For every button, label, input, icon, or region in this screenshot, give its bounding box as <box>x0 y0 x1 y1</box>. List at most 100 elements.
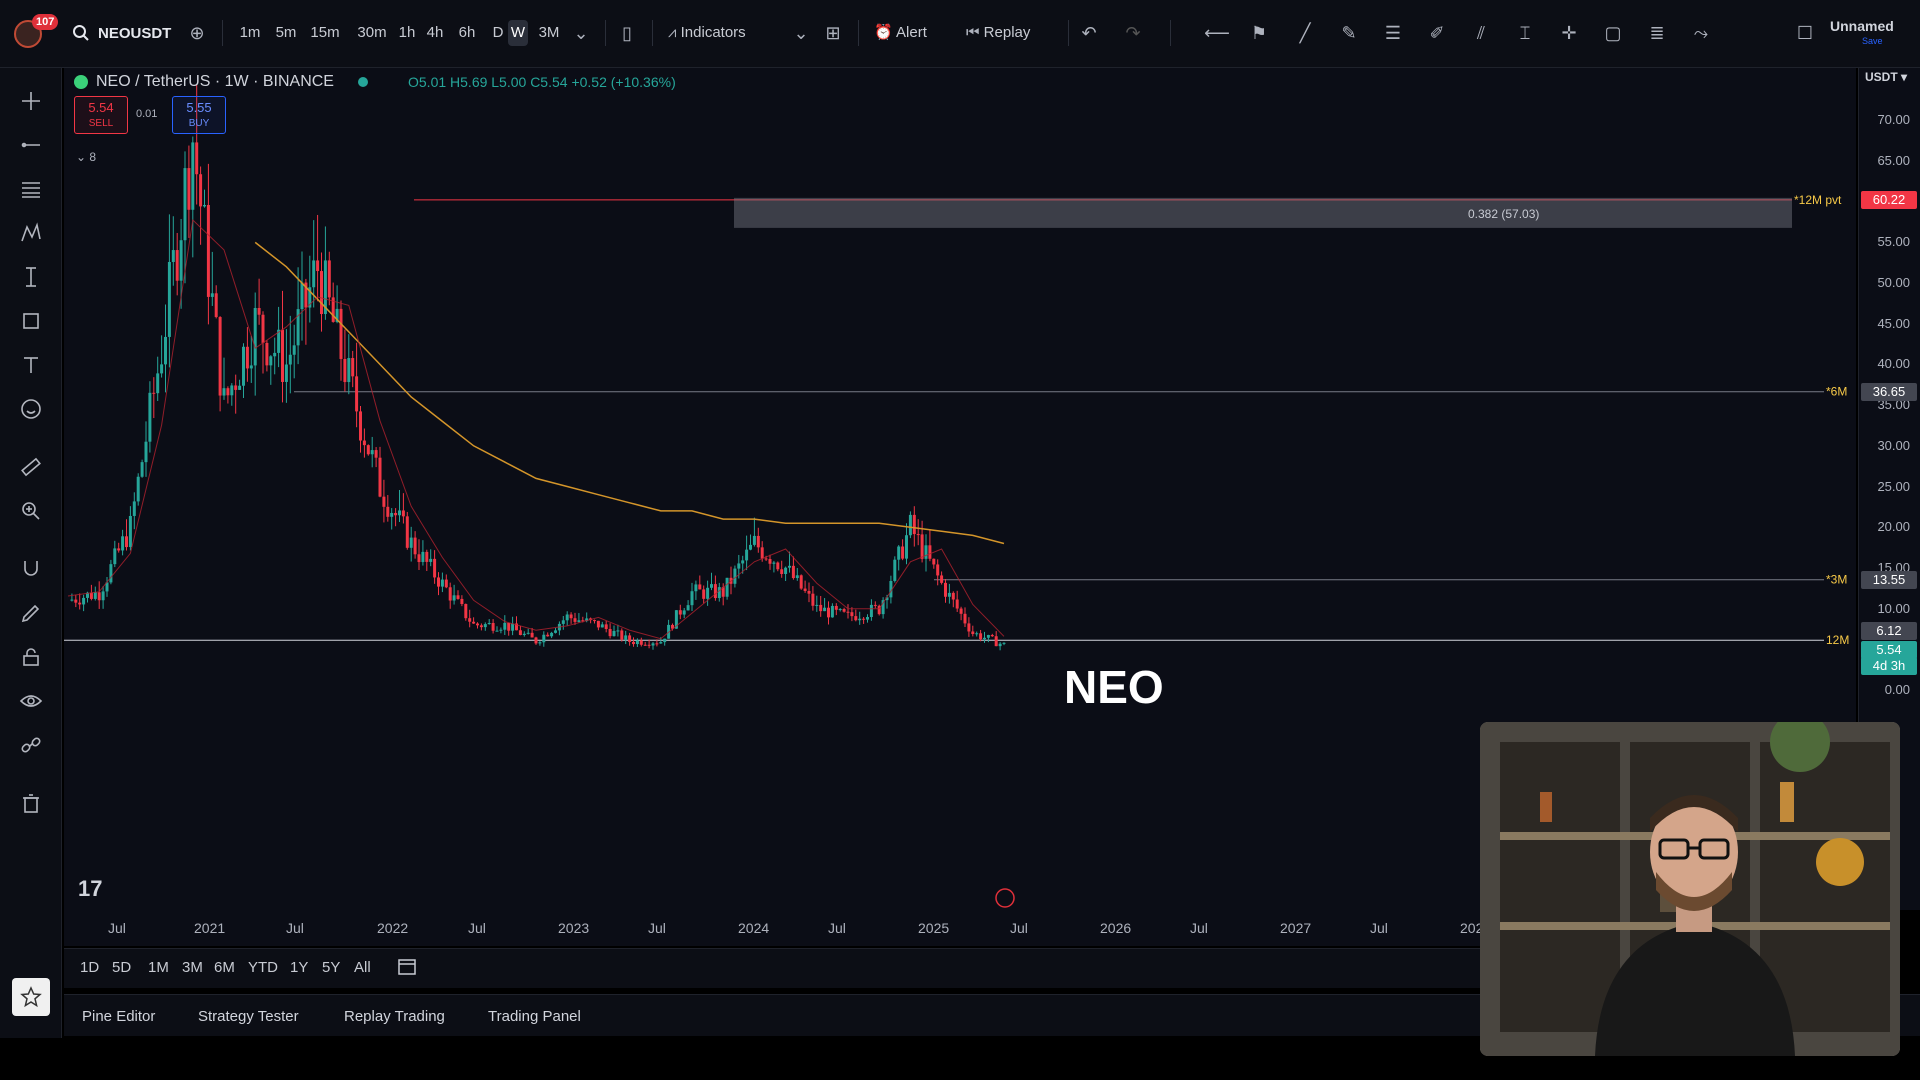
timeframe-3M[interactable]: 3M <box>534 20 564 46</box>
checkbox-icon[interactable]: ☐ <box>1790 18 1820 48</box>
link-icon[interactable] <box>16 730 46 760</box>
candle-body <box>417 554 421 563</box>
candle-body <box>394 512 398 516</box>
tab-pine-editor[interactable]: Pine Editor <box>82 1008 155 1025</box>
indicators-button[interactable]: ⩘ Indicators <box>668 20 778 46</box>
crosshair-icon[interactable]: ✛ <box>1554 18 1584 48</box>
add-symbol-icon[interactable]: ⊕ <box>182 18 212 48</box>
tab-strategy-tester[interactable]: Strategy Tester <box>198 1008 299 1025</box>
alert-button[interactable]: ⏰ Alert <box>874 20 950 46</box>
range-3m[interactable]: 3M <box>182 959 203 976</box>
range-1y[interactable]: 1Y <box>290 959 308 976</box>
candle-body <box>401 510 405 517</box>
candle-body <box>507 622 511 631</box>
label-6m: *6M <box>1826 385 1847 399</box>
parallel-lines-icon[interactable]: ☰ <box>1378 18 1408 48</box>
measure-tool-icon[interactable] <box>16 262 46 292</box>
timeframe-15m[interactable]: 15m <box>306 20 344 46</box>
ruler-icon[interactable] <box>16 452 46 482</box>
layout-name[interactable]: Unnamed <box>1830 18 1894 34</box>
candle-body <box>437 577 440 587</box>
lock-icon[interactable] <box>16 642 46 672</box>
fib-tool-icon[interactable] <box>16 174 46 204</box>
zoom-in-icon[interactable] <box>16 496 46 526</box>
candle-body <box>596 620 600 628</box>
candle-body <box>269 356 273 366</box>
sell-button[interactable]: 5.54 SELL <box>74 96 128 134</box>
tab-replay-trading[interactable]: Replay Trading <box>344 1008 445 1025</box>
text-cursor-icon[interactable]: ⌶ <box>1510 18 1540 48</box>
timeframe-D[interactable]: D <box>490 20 506 46</box>
symbol-search[interactable]: NEOUSDT <box>72 20 171 46</box>
rectangle-icon[interactable]: ▢ <box>1598 18 1628 48</box>
timeframe-1h[interactable]: 1h <box>396 20 418 46</box>
symbol-name: NEOUSDT <box>98 24 172 42</box>
currency-selector[interactable]: USDT ▾ <box>1865 70 1907 84</box>
trash-icon[interactable] <box>16 788 46 818</box>
range-5d[interactable]: 5D <box>112 959 131 976</box>
candle-body <box>206 204 210 297</box>
eye-icon[interactable] <box>16 686 46 716</box>
text-tool-icon[interactable] <box>16 350 46 380</box>
range-ytd[interactable]: YTD <box>248 959 278 976</box>
fib-icon[interactable]: ≣ <box>1642 18 1672 48</box>
price-tick: 10.00 <box>1877 600 1910 616</box>
flag-icon[interactable]: ⚑ <box>1244 18 1274 48</box>
range-5y[interactable]: 5Y <box>322 959 340 976</box>
timeframe-4h[interactable]: 4h <box>424 20 446 46</box>
timeframe-1m[interactable]: 1m <box>236 20 264 46</box>
range-6m[interactable]: 6M <box>214 959 235 976</box>
save-link[interactable]: Save <box>1862 36 1883 46</box>
candle-body <box>238 385 242 390</box>
undo-icon[interactable]: ↶ <box>1074 18 1104 48</box>
timeframe-6h[interactable]: 6h <box>456 20 478 46</box>
path-icon[interactable]: ⤳ <box>1686 18 1716 48</box>
calendar-icon[interactable] <box>396 955 418 981</box>
candle-body <box>573 618 577 622</box>
emoji-tool-icon[interactable] <box>16 394 46 424</box>
candle-body <box>152 392 156 394</box>
candle-body <box>440 579 444 587</box>
candle-body <box>121 536 125 551</box>
replay-button[interactable]: ⏮ Replay <box>966 20 1052 46</box>
pencil-icon[interactable]: ✎ <box>1334 18 1364 48</box>
webcam-overlay <box>1480 722 1900 1056</box>
tab-trading-panel[interactable]: Trading Panel <box>488 1008 581 1025</box>
tradingview-logo-icon: 17 <box>78 876 103 901</box>
buy-button[interactable]: 5.55 BUY <box>172 96 226 134</box>
draw-mode-icon[interactable] <box>16 598 46 628</box>
candle-type-icon[interactable]: ▯ <box>612 18 642 48</box>
candle-body <box>850 612 854 617</box>
candle-body <box>156 373 160 394</box>
trend-line-icon[interactable]: ╱ <box>1290 18 1320 48</box>
horizontal-ray-icon[interactable]: ⟵ <box>1202 18 1232 48</box>
favorites-star-icon[interactable] <box>12 978 50 1016</box>
range-1m[interactable]: 1M <box>148 959 169 976</box>
brush-icon[interactable]: ✐ <box>1422 18 1452 48</box>
range-all[interactable]: All <box>354 959 371 976</box>
timeframe-5m[interactable]: 5m <box>272 20 300 46</box>
indicators-toggle[interactable]: ⌄ 8 <box>76 150 96 164</box>
layout-grid-icon[interactable]: ⊞ <box>818 18 848 48</box>
channel-icon[interactable]: ⫽ <box>1466 18 1496 48</box>
chevron-down-icon[interactable]: ⌄ <box>786 18 816 48</box>
timeframe-chevron-icon[interactable]: ⌄ <box>566 18 596 48</box>
candle-body <box>710 584 713 588</box>
price-tag-pvt_12m: 60.22 <box>1861 190 1917 209</box>
redo-icon[interactable]: ↷ <box>1118 18 1148 48</box>
candle-body <box>210 293 214 297</box>
drawing-toolbar <box>0 68 62 1038</box>
pattern-tool-icon[interactable] <box>16 218 46 248</box>
timeframe-30m[interactable]: 30m <box>352 20 392 46</box>
timeframe-W[interactable]: W <box>508 20 528 46</box>
line-tool-icon[interactable] <box>16 130 46 160</box>
candle-body <box>655 643 659 645</box>
range-1d[interactable]: 1D <box>80 959 99 976</box>
shape-tool-icon[interactable] <box>16 306 46 336</box>
crosshair-tool-icon[interactable] <box>16 86 46 116</box>
fib-label: 0.382 (57.03) <box>1468 207 1539 221</box>
user-avatar[interactable]: 107 <box>14 14 59 50</box>
candle-body <box>226 388 230 396</box>
candle-body <box>347 358 351 383</box>
magnet-icon[interactable] <box>16 554 46 584</box>
